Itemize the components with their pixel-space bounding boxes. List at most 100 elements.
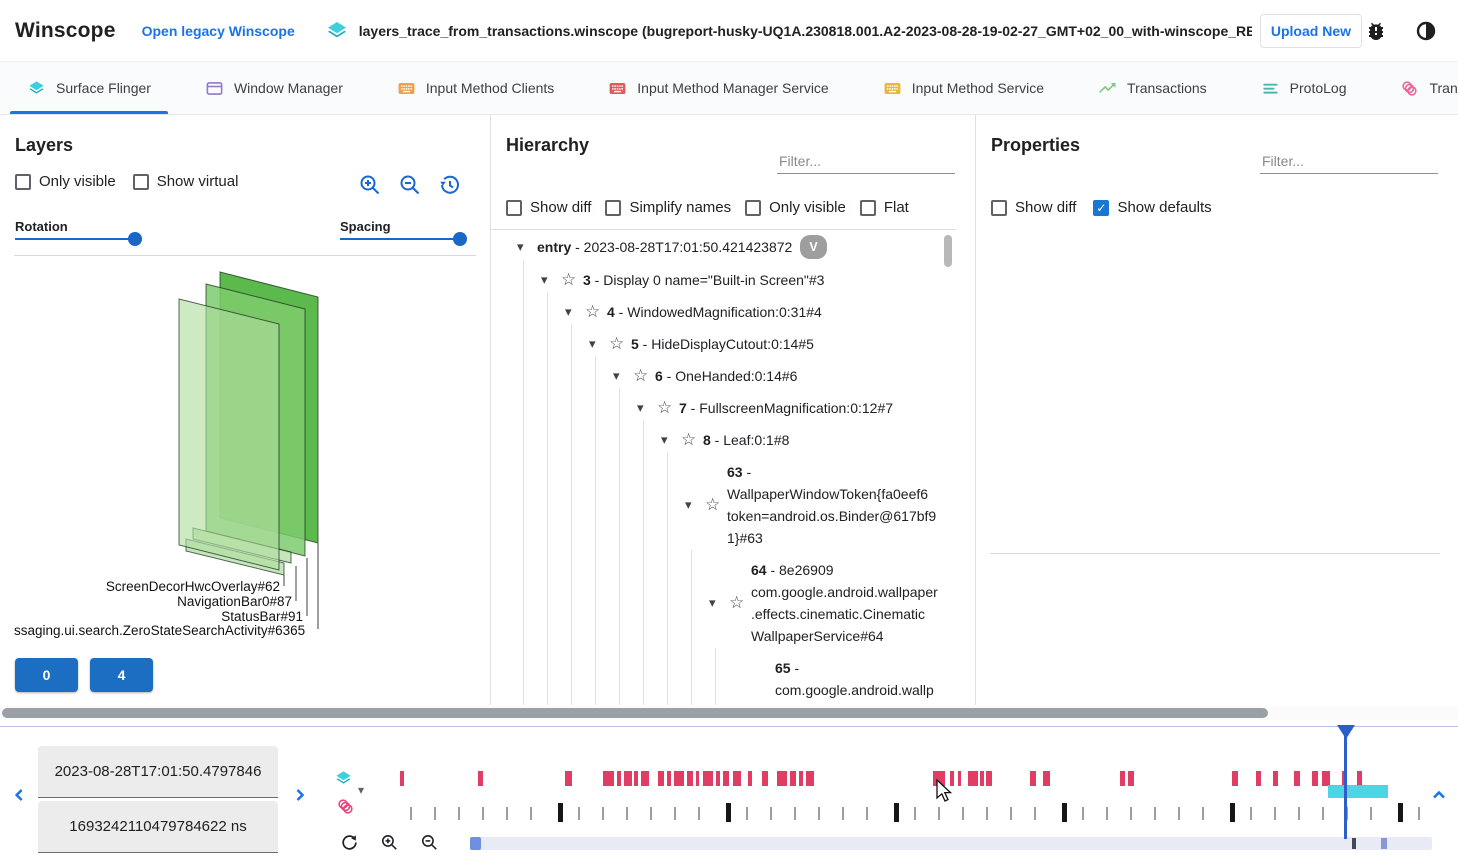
entry-tick[interactable]	[794, 807, 796, 820]
transition-marker[interactable]	[687, 771, 693, 786]
entry-tick[interactable]	[1250, 807, 1252, 820]
tab-input-method-service[interactable]: Input Method Service	[856, 62, 1071, 114]
transition-marker[interactable]	[716, 771, 720, 786]
minimap-handle[interactable]	[470, 837, 481, 850]
tree-node-label[interactable]: 6 - OneHanded:0:14#6	[655, 365, 938, 387]
rotation-slider-knob[interactable]	[128, 232, 142, 246]
tree-node-label[interactable]: 4 - WindowedMagnification:0:31#4	[607, 301, 938, 323]
zoom-out-icon[interactable]	[398, 173, 422, 197]
pin-star-icon[interactable]: ☆	[705, 494, 727, 516]
entry-tick[interactable]	[962, 807, 964, 820]
show-diff-checkbox[interactable]: Show diff	[991, 199, 1076, 216]
expand-arrow-icon[interactable]: ▾	[709, 592, 729, 614]
expand-arrow-icon[interactable]: ▾	[613, 365, 633, 387]
entry-tick[interactable]	[410, 807, 412, 820]
next-entry-chevron-right-icon[interactable]	[290, 785, 310, 805]
expand-arrow-icon[interactable]: ▾	[637, 397, 657, 419]
transition-marker[interactable]	[1312, 771, 1318, 786]
expand-arrow-icon[interactable]: ▾	[565, 301, 585, 323]
tree-node-63[interactable]: ▾☆63 - WallpaperWindowToken{fa0eef6 toke…	[491, 456, 956, 554]
timeline-cursor-line[interactable]	[1344, 726, 1347, 839]
entry-tick[interactable]	[746, 807, 748, 820]
transition-marker[interactable]	[1120, 771, 1125, 786]
checkbox-box[interactable]	[605, 200, 621, 216]
entry-tick[interactable]	[1274, 807, 1276, 820]
entry-tick[interactable]	[506, 807, 508, 820]
entry-tick[interactable]	[1130, 807, 1132, 820]
entry-tick[interactable]	[1202, 807, 1204, 820]
transition-marker[interactable]	[1128, 771, 1134, 786]
dark-mode-toggle-icon[interactable]	[1414, 19, 1438, 43]
properties-filter-input[interactable]	[1260, 149, 1438, 174]
tree-node-4[interactable]: ▾☆4 - WindowedMagnification:0:31#4	[491, 296, 956, 328]
upload-new-button[interactable]: Upload New	[1260, 14, 1362, 48]
show-defaults-checkbox[interactable]: ✓ Show defaults	[1093, 199, 1211, 216]
transition-marker[interactable]	[696, 771, 699, 786]
only-visible-checkbox[interactable]: Only visible	[15, 173, 116, 190]
transition-marker[interactable]	[703, 771, 713, 786]
checkbox-box[interactable]	[860, 200, 876, 216]
display-id-button[interactable]: 0	[15, 658, 78, 692]
expand-arrow-icon[interactable]: ▾	[733, 701, 753, 705]
transition-marker[interactable]	[1043, 771, 1050, 786]
tree-node-64[interactable]: ▾☆64 - 8e26909 com.google.android.wallpa…	[491, 554, 956, 652]
checkbox-box-checked[interactable]: ✓	[1093, 200, 1109, 216]
entry-tick[interactable]	[530, 807, 532, 820]
layer-rect[interactable]	[179, 299, 279, 570]
hierarchy-filter-input[interactable]	[777, 149, 955, 174]
tree-node-label[interactable]: 3 - Display 0 name="Built-in Screen"#3	[583, 269, 938, 291]
transition-marker[interactable]	[1273, 771, 1278, 786]
open-legacy-winscope-link[interactable]: Open legacy Winscope	[142, 23, 295, 39]
tab-input-method-manager-service[interactable]: Input Method Manager Service	[581, 62, 855, 114]
refresh-icon[interactable]	[340, 833, 359, 857]
checkbox-box[interactable]	[133, 174, 149, 190]
transition-marker[interactable]	[777, 771, 787, 786]
transition-marker[interactable]	[1232, 771, 1238, 786]
transition-marker[interactable]	[634, 771, 638, 786]
display-id-button[interactable]: 4	[90, 658, 153, 692]
entry-tick[interactable]	[626, 807, 628, 820]
tree-node-label[interactable]: 8 - Leaf:0:1#8	[703, 429, 938, 451]
tab-surface-flinger[interactable]: Surface Flinger	[0, 62, 178, 114]
tree-node-5[interactable]: ▾☆5 - HideDisplayCutout:0:14#5	[491, 328, 956, 360]
entry-tick[interactable]	[1418, 807, 1420, 820]
tree-node-label[interactable]: 64 - 8e26909 com.google.android.wallpape…	[751, 559, 938, 647]
tree-node-3[interactable]: ▾☆3 - Display 0 name="Built-in Screen"#3	[491, 264, 956, 296]
transition-marker[interactable]	[1256, 771, 1261, 786]
transition-marker[interactable]	[968, 771, 978, 786]
entry-tick-bold[interactable]	[1230, 803, 1235, 822]
entry-tick[interactable]	[1106, 807, 1108, 820]
entry-tick-track[interactable]	[0, 803, 1458, 822]
tab-transactions[interactable]: Transactions	[1071, 62, 1234, 114]
transition-marker[interactable]	[1294, 771, 1300, 786]
entry-tick-bold[interactable]	[1062, 803, 1067, 822]
transition-marker[interactable]	[641, 771, 649, 786]
expand-arrow-icon[interactable]: ▾	[685, 494, 705, 516]
zoom-in-icon[interactable]	[358, 173, 382, 197]
transition-marker[interactable]	[958, 771, 961, 786]
transition-marker[interactable]	[790, 771, 796, 786]
expand-arrow-icon[interactable]: ▾	[589, 333, 609, 355]
transition-marker[interactable]	[1030, 771, 1036, 786]
checkbox-box[interactable]	[991, 200, 1007, 216]
entry-tick[interactable]	[770, 807, 772, 820]
entry-tick[interactable]	[482, 807, 484, 820]
entry-tick[interactable]	[698, 807, 700, 820]
pin-star-icon[interactable]: ☆	[609, 333, 631, 355]
checkbox-box[interactable]	[506, 200, 522, 216]
transition-marker[interactable]	[1322, 771, 1330, 786]
tree-node-entry[interactable]: ▾entry - 2023-08-28T17:01:50.421423872V	[491, 230, 956, 264]
entry-tick[interactable]	[674, 807, 676, 820]
entry-tick[interactable]	[818, 807, 820, 820]
transition-marker[interactable]	[603, 771, 614, 786]
timeline-zoom-in-icon[interactable]	[380, 833, 399, 857]
only-visible-checkbox[interactable]: Only visible	[745, 199, 846, 216]
entry-tick-bold[interactable]	[558, 803, 563, 822]
horizontal-scrollbar-thumb[interactable]	[2, 708, 1268, 718]
timeline-cursor-head[interactable]	[1336, 725, 1356, 741]
report-bug-icon[interactable]	[1364, 19, 1388, 43]
transition-marker[interactable]	[400, 771, 404, 786]
transition-marker[interactable]	[1357, 771, 1362, 786]
transition-marker[interactable]	[624, 771, 632, 786]
checkbox-box[interactable]	[15, 174, 31, 190]
